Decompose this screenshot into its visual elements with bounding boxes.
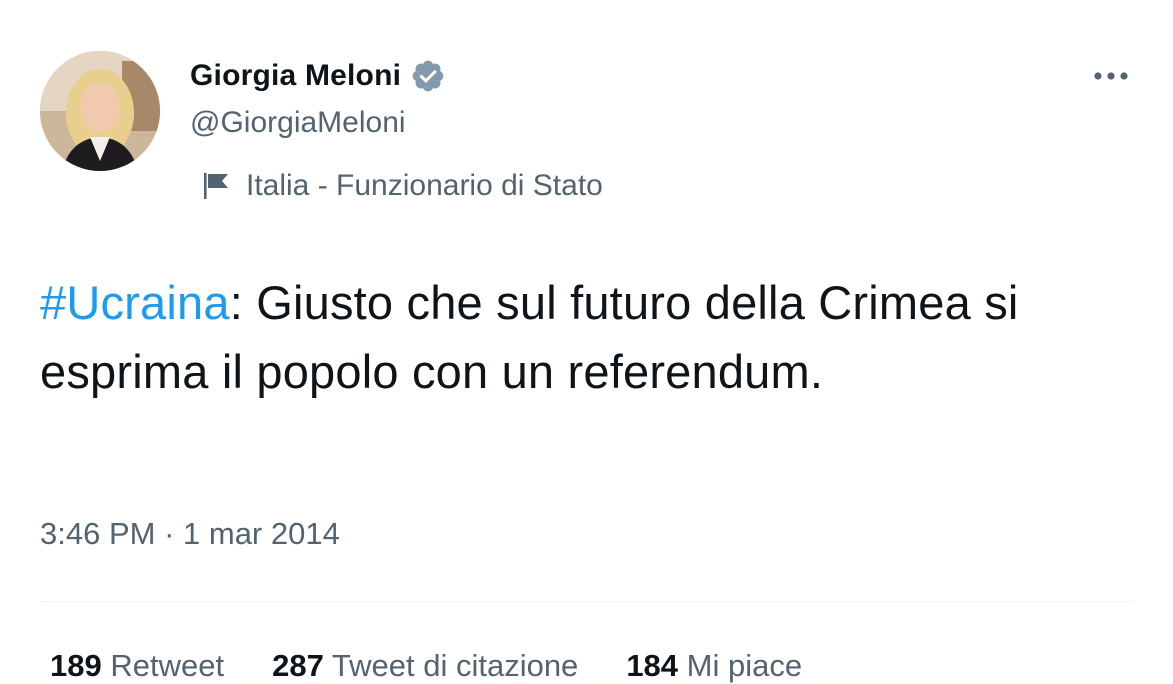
account-label-text: Italia - Funzionario di Stato bbox=[246, 169, 603, 202]
verified-badge-icon bbox=[410, 58, 446, 94]
author-name-row: Giorgia Meloni bbox=[190, 56, 446, 96]
timestamp-separator: · bbox=[155, 516, 184, 551]
retweets-count: 189 bbox=[50, 648, 102, 683]
author-handle[interactable]: @GiorgiaMeloni bbox=[190, 106, 406, 140]
likes-stat[interactable]: 184 Mi piace bbox=[626, 648, 802, 684]
tweet-stats: 189 Retweet 287 Tweet di citazione 184 M… bbox=[50, 648, 802, 684]
quote-tweets-count: 287 bbox=[272, 648, 324, 683]
account-label: Italia - Funzionario di Stato bbox=[200, 166, 603, 206]
flag-icon bbox=[200, 170, 232, 202]
tweet-timestamp: 3:46 PM · 1 mar 2014 bbox=[40, 516, 340, 552]
quote-tweets-label: Tweet di citazione bbox=[331, 648, 579, 683]
avatar-image bbox=[40, 51, 160, 171]
quote-tweets-stat[interactable]: 287 Tweet di citazione bbox=[272, 648, 578, 684]
avatar[interactable] bbox=[40, 51, 160, 171]
hashtag-link[interactable]: #Ucraina bbox=[40, 276, 230, 329]
divider bbox=[40, 601, 1134, 602]
retweets-stat[interactable]: 189 Retweet bbox=[50, 648, 224, 684]
retweets-label: Retweet bbox=[110, 648, 225, 683]
tweet-time[interactable]: 3:46 PM bbox=[40, 516, 155, 551]
tweet-date[interactable]: 1 mar 2014 bbox=[183, 516, 340, 551]
likes-label: Mi piace bbox=[686, 648, 803, 683]
more-options-icon bbox=[1094, 72, 1128, 80]
tweet-text: #Ucraina: Giusto che sul futuro della Cr… bbox=[40, 268, 1040, 406]
likes-count: 184 bbox=[626, 648, 679, 683]
more-options-button[interactable] bbox=[1087, 58, 1135, 94]
author-display-name[interactable]: Giorgia Meloni bbox=[190, 59, 401, 93]
